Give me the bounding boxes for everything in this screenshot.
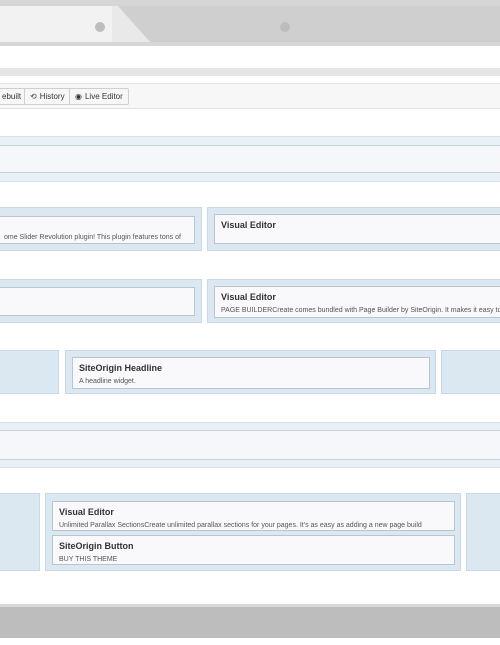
builder-row[interactable] — [0, 136, 500, 182]
live-editor-button[interactable]: ◉ Live Editor — [69, 88, 129, 105]
browser-tab-inactive[interactable] — [118, 6, 500, 42]
widget-title: Visual Editor — [221, 292, 276, 302]
row-cell[interactable] — [0, 430, 500, 460]
builder-row[interactable]: SiteOrigin Headline A headline widget. — [0, 350, 500, 394]
prebuilt-label: ebuilt — [2, 92, 22, 101]
row-cell[interactable]: Visual Editor PAGE BUILDERCreate comes b… — [207, 279, 500, 323]
tab-close-icon[interactable] — [280, 22, 290, 32]
row-cell[interactable] — [0, 279, 202, 323]
widget-description: A headline widget. — [79, 378, 136, 385]
widget-description: Unlimited Parallax SectionsCreate unlimi… — [59, 522, 422, 529]
widget-title: Visual Editor — [59, 507, 114, 517]
widget-title: Visual Editor — [221, 220, 276, 230]
widget-visual-editor[interactable]: Visual Editor PAGE BUILDERCreate comes b… — [214, 286, 500, 318]
builder-row[interactable]: Visual Editor Unlimited Parallax Section… — [0, 493, 500, 571]
browser-bottom-frame — [0, 604, 500, 638]
widget-description: BUY THIS THEME — [59, 556, 118, 563]
address-bar[interactable] — [0, 68, 500, 76]
row-cell[interactable] — [0, 350, 59, 394]
widget-visual-editor[interactable]: Visual Editor — [214, 214, 500, 244]
widget-empty[interactable] — [0, 287, 195, 316]
builder-row[interactable]: ome Slider Revolution plugin! This plugi… — [0, 207, 500, 251]
tab-close-icon[interactable] — [95, 22, 105, 32]
widget-description: PAGE BUILDERCreate comes bundled with Pa… — [221, 307, 500, 314]
widget-siteorigin-headline[interactable]: SiteOrigin Headline A headline widget. — [72, 357, 430, 389]
row-cell[interactable] — [441, 350, 500, 394]
eye-icon: ◉ — [75, 92, 82, 101]
builder-row[interactable]: Visual Editor PAGE BUILDERCreate comes b… — [0, 279, 500, 323]
live-editor-label: Live Editor — [84, 92, 123, 101]
widget-slider-revolution[interactable]: ome Slider Revolution plugin! This plugi… — [0, 216, 195, 244]
widget-title: SiteOrigin Headline — [79, 363, 163, 373]
page-builder-toolbar: ebuilt ⟲ History ◉ Live Editor — [0, 83, 500, 109]
widget-visual-editor[interactable]: Visual Editor Unlimited Parallax Section… — [52, 501, 455, 531]
browser-toolbar-area — [0, 46, 500, 68]
row-cell[interactable]: Visual Editor — [207, 207, 500, 251]
row-cell[interactable]: SiteOrigin Headline A headline widget. — [65, 350, 436, 394]
history-label: History — [39, 92, 65, 101]
undo-icon: ⟲ — [30, 92, 37, 101]
widget-title: SiteOrigin Button — [59, 541, 134, 551]
row-cell[interactable] — [466, 493, 500, 571]
row-cell[interactable] — [0, 145, 500, 173]
builder-row[interactable] — [0, 422, 500, 468]
widget-description: ome Slider Revolution plugin! This plugi… — [4, 234, 181, 241]
row-cell[interactable] — [0, 493, 40, 571]
history-button[interactable]: ⟲ History — [24, 88, 71, 105]
row-cell[interactable]: Visual Editor Unlimited Parallax Section… — [45, 493, 461, 571]
frame-divider — [0, 604, 500, 607]
row-cell[interactable]: ome Slider Revolution plugin! This plugi… — [0, 207, 202, 251]
widget-siteorigin-button[interactable]: SiteOrigin Button BUY THIS THEME — [52, 535, 455, 565]
